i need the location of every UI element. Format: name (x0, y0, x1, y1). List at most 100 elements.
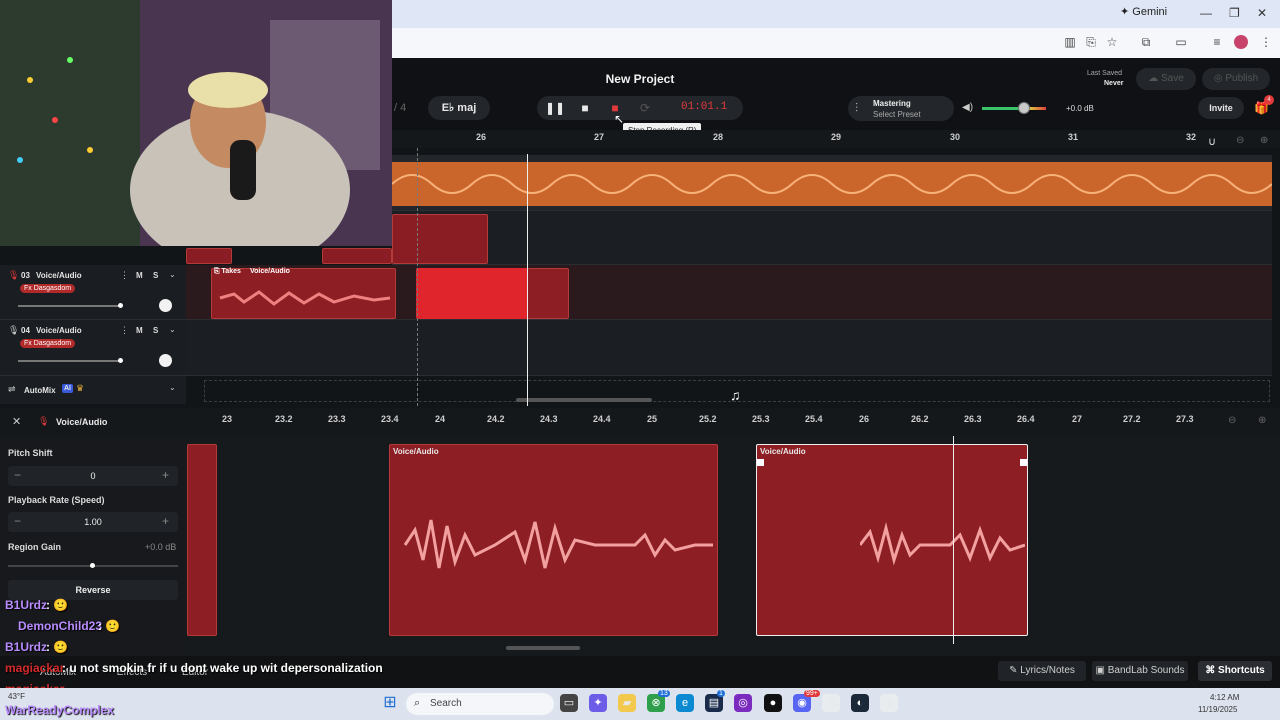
chrome-icon[interactable]: ◍ (822, 694, 840, 712)
steam-icon[interactable]: ◐ (851, 694, 869, 712)
shortcuts-button[interactable]: ⌘ Shortcuts (1198, 661, 1272, 681)
add-music-icon[interactable]: ♫ (730, 387, 741, 403)
master-volume-slider[interactable] (982, 107, 1046, 110)
track-name[interactable]: Voice/Audio (36, 326, 82, 335)
zoom-in-icon[interactable]: ⊕ (1258, 415, 1266, 426)
copilot-icon[interactable]: ✦ (589, 694, 607, 712)
editor-ruler[interactable] (222, 414, 1212, 428)
decrement-button[interactable]: − (14, 514, 21, 528)
volume-knob[interactable] (1018, 102, 1030, 114)
reading-mode-icon[interactable]: ▥ (1062, 35, 1078, 49)
fx-badge[interactable]: Fx Dasgasdom (20, 284, 76, 293)
recording-tail-region[interactable] (527, 268, 569, 319)
media-icon[interactable]: ≡ (1209, 35, 1225, 49)
editor-region-left[interactable] (187, 444, 217, 636)
loop-icon[interactable]: ⟳ (634, 96, 656, 120)
region-track-02-mid[interactable] (322, 248, 392, 264)
weather-temp[interactable]: 43°F (8, 692, 25, 701)
track-volume-handle[interactable] (118, 358, 123, 363)
waveform-editor[interactable] (186, 436, 1280, 656)
track-volume-slider[interactable] (18, 305, 122, 307)
minimize-button[interactable]: — (1200, 6, 1212, 20)
menu-kebab-icon[interactable]: ⋮ (1258, 35, 1274, 49)
chat-colon: : 🙂 (46, 598, 69, 612)
zoom-in-icon[interactable]: ⊕ (1260, 135, 1268, 146)
key-button[interactable]: E♭ maj (428, 96, 490, 120)
chevron-down-icon[interactable]: ⌄ (169, 270, 176, 279)
windows-start-icon[interactable]: ⊞ (381, 694, 399, 712)
bandlab-sounds-button[interactable]: ▣ BandLab Sounds (1092, 661, 1188, 681)
magnet-snap-icon[interactable]: ∪ (1208, 135, 1216, 148)
solo-button[interactable]: S (153, 271, 158, 280)
editor-ruler-tick: 24.2 (487, 414, 505, 424)
pan-knob[interactable] (159, 299, 172, 312)
region-resize-handle[interactable] (1020, 459, 1027, 466)
playhead[interactable] (527, 154, 528, 406)
pan-knob[interactable] (159, 354, 172, 367)
edge-icon[interactable]: e (676, 694, 694, 712)
region-track-02[interactable] (392, 214, 488, 264)
editor-playhead[interactable] (953, 436, 954, 644)
track-lane-02[interactable] (392, 211, 1272, 265)
track-volume-slider[interactable] (18, 360, 122, 362)
record-start-marker (417, 148, 418, 406)
solo-button[interactable]: S (153, 326, 158, 335)
time-signature-fragment[interactable]: / 4 (394, 102, 406, 114)
region-gain-handle[interactable] (90, 563, 95, 568)
track-name[interactable]: Voice/Audio (36, 271, 82, 280)
zoom-out-icon[interactable]: ⊖ (1236, 135, 1244, 146)
pause-icon[interactable]: ❚❚ (544, 96, 566, 120)
increment-button[interactable]: + (162, 514, 169, 528)
editor-scrollbar[interactable] (506, 646, 580, 650)
track-menu-icon[interactable]: ⋮ (120, 270, 129, 281)
notification-badge: 1 (717, 690, 725, 697)
gemini-button[interactable]: ✦ Gemini (1120, 5, 1167, 18)
chevron-down-icon[interactable]: ⌄ (169, 325, 176, 334)
horizontal-scrollbar[interactable] (516, 398, 652, 402)
file-explorer-icon[interactable]: ▰ (618, 694, 636, 712)
fx-badge[interactable]: Fx Dasgasdom (20, 339, 76, 348)
track-lane-04[interactable] (186, 320, 1272, 376)
zoom-out-icon[interactable]: ⊖ (1228, 415, 1236, 426)
profile-avatar[interactable] (1234, 35, 1248, 49)
app-icon[interactable]: ● (764, 694, 782, 712)
speaker-icon[interactable]: ◀) (962, 102, 973, 113)
decrement-button[interactable]: − (14, 468, 21, 482)
app-icon[interactable]: ◎ (734, 694, 752, 712)
pitch-shift-stepper[interactable]: 0 (8, 466, 178, 486)
stop-icon[interactable]: ■ (574, 96, 596, 120)
track-menu-icon[interactable]: ⋮ (120, 325, 129, 336)
lyrics-notes-button[interactable]: ✎ Lyrics/Notes (998, 661, 1086, 681)
bookmark-star-icon[interactable]: ☆ (1104, 35, 1120, 49)
mic-icon: 🎙 (8, 270, 20, 280)
chevron-down-icon[interactable]: ⌄ (169, 383, 176, 392)
save-button[interactable]: ☁ Save (1136, 68, 1196, 90)
reverse-button[interactable]: Reverse (8, 580, 178, 600)
task-view-icon[interactable]: ▭ (560, 694, 578, 712)
close-icon[interactable]: ✕ (12, 415, 21, 428)
taskbar-search[interactable] (406, 693, 554, 715)
publish-button[interactable]: ◎ Publish (1202, 68, 1270, 90)
chrome-icon[interactable]: ◍ (880, 694, 898, 712)
cast-icon[interactable]: ▭ (1173, 35, 1189, 49)
maximize-button[interactable]: ❐ (1229, 6, 1240, 20)
chat-colon: : 🙂 (46, 640, 69, 654)
mute-button[interactable]: M (136, 271, 143, 280)
project-title[interactable]: New Project (560, 72, 720, 86)
shortcuts-label: Shortcuts (1218, 665, 1265, 676)
increment-button[interactable]: + (162, 468, 169, 482)
extensions-icon[interactable]: ⧉ (1138, 35, 1154, 49)
screen-capture-icon[interactable]: ⎘ (1083, 35, 1099, 49)
automix-icon: ⇌ (8, 384, 16, 394)
close-window-button[interactable]: ✕ (1257, 6, 1267, 20)
mute-button[interactable]: M (136, 326, 143, 335)
recording-region[interactable] (416, 268, 528, 319)
taskbar-date[interactable]: 11/19/2025 (1198, 705, 1237, 714)
editor-ruler-tick: 27.3 (1176, 414, 1194, 424)
invite-button[interactable]: Invite (1198, 97, 1244, 119)
playback-rate-stepper[interactable]: 1.00 (8, 512, 178, 532)
track-volume-handle[interactable] (118, 303, 123, 308)
taskbar-time[interactable]: 4:12 AM (1210, 693, 1239, 702)
region-track-02-left[interactable] (186, 248, 232, 264)
region-resize-handle[interactable] (757, 459, 764, 466)
